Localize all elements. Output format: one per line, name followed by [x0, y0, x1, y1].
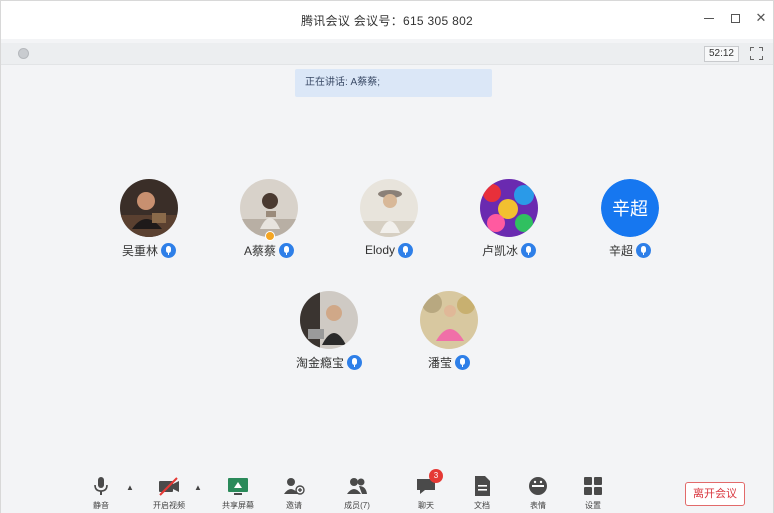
emoji-button[interactable]: 表情: [516, 475, 560, 511]
audio-options-caret-icon[interactable]: ▲: [126, 483, 134, 492]
microphone-icon[interactable]: [455, 354, 470, 370]
smiley-icon: [527, 475, 549, 497]
mute-label: 静音: [93, 501, 109, 510]
start-video-button[interactable]: 开启视频: [147, 475, 191, 511]
participant-tile[interactable]: A蔡蔡: [209, 179, 329, 269]
members-label: 成员(7): [344, 501, 370, 510]
maximize-button[interactable]: [729, 11, 741, 25]
participant-tile[interactable]: 吴重林: [89, 179, 209, 269]
participant-avatar: [480, 179, 538, 237]
video-options-caret-icon[interactable]: ▲: [194, 483, 202, 492]
documents-label: 文档: [474, 501, 490, 510]
meeting-toolbar: 静音 ▲ 开启视频 ▲ 共享屏幕 邀请 成员(7) 3 聊天 文档 表情 设置 …: [1, 469, 773, 513]
mute-button[interactable]: 静音: [79, 475, 123, 511]
participant-tile[interactable]: Elody: [329, 179, 449, 269]
participant-avatar: [120, 179, 178, 237]
chat-button[interactable]: 3 聊天: [404, 469, 448, 511]
leave-meeting-button[interactable]: 离开会议: [685, 482, 745, 506]
security-shield-icon[interactable]: [18, 48, 29, 59]
emoji-label: 表情: [530, 501, 546, 510]
chat-icon: 3: [415, 469, 443, 497]
participant-name: Elody: [364, 243, 396, 257]
participant-tile[interactable]: 潘莹: [389, 291, 509, 381]
close-icon: ✕: [755, 10, 767, 25]
invite-label: 邀请: [286, 501, 302, 510]
microphone-icon[interactable]: [398, 242, 414, 258]
settings-label: 设置: [585, 501, 601, 510]
meeting-timer: 52:12: [703, 46, 739, 62]
document-icon: [471, 475, 493, 497]
invite-user-icon: [283, 475, 305, 497]
meeting-window: 腾讯会议 会议号：615 305 802 ✕ 52:12 正在讲话: A蔡蔡; …: [0, 0, 774, 513]
share-screen-icon: [227, 475, 249, 497]
microphone-icon[interactable]: [161, 242, 176, 258]
participant-name: 吴重林: [121, 243, 158, 258]
microphone-icon[interactable]: [636, 242, 651, 258]
participant-avatar: [420, 291, 478, 349]
maximize-icon: [730, 13, 740, 23]
participant-avatar: [240, 179, 298, 237]
participant-tile[interactable]: 淘金瘾宝: [269, 291, 389, 381]
close-button[interactable]: ✕: [755, 10, 767, 25]
share-screen-button[interactable]: 共享屏幕: [216, 475, 260, 511]
documents-button[interactable]: 文档: [460, 475, 504, 511]
microphone-icon[interactable]: [279, 242, 294, 258]
window-title: 腾讯会议 会议号：615 305 802: [300, 13, 474, 28]
participant-name: 淘金瘾宝: [295, 355, 344, 370]
speaking-indicator: 正在讲话: A蔡蔡;: [295, 69, 492, 97]
window-controls: ✕: [703, 10, 767, 25]
members-button[interactable]: 成员(7): [335, 475, 379, 511]
participant-name: A蔡蔡: [243, 243, 276, 258]
share-label: 共享屏幕: [222, 501, 254, 510]
members-icon: [346, 475, 368, 497]
settings-grid-icon: [582, 475, 604, 497]
video-off-icon: [158, 475, 180, 497]
participant-avatar: 辛超: [601, 179, 659, 237]
host-badge-icon: [265, 231, 275, 241]
participant-avatar: [300, 291, 358, 349]
participant-name: 潘莹: [427, 355, 452, 370]
participant-name: 卢凯冰: [481, 243, 518, 258]
avatar-initials: 辛超: [601, 179, 659, 237]
fullscreen-icon[interactable]: [750, 47, 763, 60]
minimize-button[interactable]: [703, 11, 715, 25]
chat-unread-badge: 3: [429, 469, 443, 483]
participant-tile[interactable]: 卢凯冰: [449, 179, 569, 269]
invite-button[interactable]: 邀请: [272, 475, 316, 511]
video-label: 开启视频: [153, 501, 185, 510]
meeting-info-bar: 52:12: [1, 43, 773, 65]
minimize-icon: [704, 17, 714, 19]
participant-tile[interactable]: 辛超 辛超: [570, 179, 690, 269]
microphone-icon[interactable]: [521, 242, 536, 258]
chat-label: 聊天: [418, 501, 434, 510]
participant-avatar: [360, 179, 418, 237]
title-bar: 腾讯会议 会议号：615 305 802 ✕: [1, 1, 773, 39]
settings-button[interactable]: 设置: [571, 475, 615, 511]
microphone-icon: [90, 475, 112, 497]
participant-name: 辛超: [608, 243, 633, 258]
microphone-icon[interactable]: [347, 354, 362, 370]
